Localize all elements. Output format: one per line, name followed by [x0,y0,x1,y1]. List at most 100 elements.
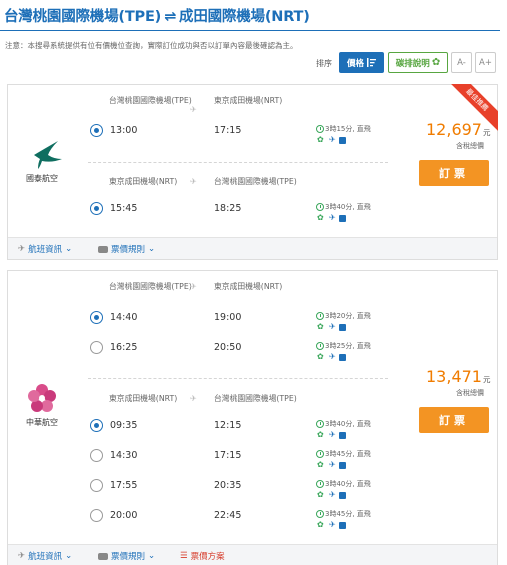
departure-time: 13:00 [110,125,138,136]
clock-icon [316,203,324,211]
flight-info-link[interactable]: ✈ 航班資訊 ⌄ [18,243,72,255]
swap-icon[interactable]: ⇌ [164,9,176,25]
chevron-down-icon: ⌄ [148,244,156,254]
flight-duration: 3時40分, 直飛 [316,419,371,429]
amenities: ✿ ✈ [317,491,346,499]
departure-time: 20:00 [110,510,138,521]
fare-rules-link[interactable]: 票價規則 ⌄ [98,550,155,562]
flight-option-radio[interactable] [90,509,103,522]
departure-time: 09:35 [110,420,138,431]
chevron-down-icon: ⌄ [148,551,156,561]
fare-options-link[interactable]: ☰ 票價方案 [180,550,225,562]
flight-result-card: 中華航空 台灣桃園國際機場(TPE) ✈ 東京成田機場(NRT) 14:40 1… [7,270,498,565]
plane-icon: ✈ [190,105,197,114]
arrival-airport: 台灣桃園國際機場(TPE) [214,177,297,186]
plane-icon: ✈ [190,282,197,291]
baggage-icon [338,353,346,361]
plane-icon: ✈ [329,135,336,144]
plane-icon: ✈ [329,352,336,361]
flight-duration: 3時45分, 直飛 [316,509,371,519]
departure-airport: 台灣桃園國際機場(TPE) [109,282,192,291]
baggage-icon [338,491,346,499]
departure-airport: 台灣桃園國際機場(TPE) [109,96,192,105]
flight-option-radio[interactable] [90,449,103,462]
origin-label: 台灣桃園國際機場(TPE) [4,9,162,25]
leaf-icon: ✿ [317,520,324,529]
plane-icon: ✈ [329,490,336,499]
arrival-airport: 台灣桃園國際機場(TPE) [214,394,297,403]
arrival-time: 12:15 [214,420,242,431]
departure-time: 17:55 [110,480,138,491]
flight-duration: 3時40分, 直飛 [316,479,371,489]
fare-rules-link[interactable]: 票價規則 ⌄ [98,243,155,255]
flight-option-radio[interactable] [90,202,103,215]
flight-option-radio[interactable] [90,419,103,432]
plane-icon: ✈ [329,430,336,439]
sort-bar: 排序 價格 碳排說明 ✿ A- A+ [0,52,500,74]
arrival-time: 20:50 [214,342,242,353]
total-price: 13,471元 [426,367,491,386]
plane-icon: ✈ [329,322,336,331]
ticket-icon [98,245,108,253]
flight-option-radio[interactable] [90,341,103,354]
departure-airport: 東京成田機場(NRT) [109,394,178,403]
clock-icon [316,450,324,458]
arrival-time: 17:15 [214,125,242,136]
font-decrease-button[interactable]: A- [451,52,472,73]
china-airlines-plum-logo-icon [28,384,56,412]
clock-icon [316,420,324,428]
flight-option-radio[interactable] [90,124,103,137]
sort-price-label: 價格 [346,58,364,69]
ticket-icon [98,552,108,560]
amenities: ✿ ✈ [317,353,346,361]
card-footer: ✈ 航班資訊 ⌄ 票價規則 ⌄ ☰ 票價方案 [8,544,497,565]
departure-time: 14:40 [110,312,138,323]
leaf-icon: ✿ [317,490,324,499]
departure-time: 14:30 [110,450,138,461]
plane-icon: ✈ [329,520,336,529]
page-header: 台灣桃園國際機場(TPE) ⇌ 成田國際機場(NRT) [0,0,507,34]
flight-option-radio[interactable] [90,479,103,492]
departure-airport: 東京成田機場(NRT) [109,177,178,186]
leaf-icon: ✿ [317,322,324,331]
divider [88,162,388,163]
departure-time: 16:25 [110,342,138,353]
list-icon: ☰ [180,551,188,561]
clock-icon [316,312,324,320]
plane-icon: ✈ [190,177,197,186]
plane-icon: ✈ [329,213,336,222]
carbon-info-label: 碳排說明 [395,58,430,69]
flight-duration: 3時25分, 直飛 [316,341,371,351]
cathay-logo-icon [34,141,62,169]
total-price: 12,697元 [426,120,491,139]
leaf-icon: ✿ [317,213,324,222]
font-increase-button[interactable]: A+ [475,52,496,73]
leaf-icon: ✿ [317,460,324,469]
tax-note: 含稅總價 [456,142,484,150]
carbon-info-button[interactable]: 碳排說明 ✿ [388,52,448,73]
clock-icon [316,342,324,350]
plane-icon: ✈ [18,551,26,561]
tax-note: 含稅總價 [456,389,484,397]
arrival-airport: 東京成田機場(NRT) [214,282,283,291]
book-button[interactable]: 訂票 [419,407,489,433]
baggage-icon [338,323,346,331]
plane-icon: ✈ [329,460,336,469]
sort-price-button[interactable]: 價格 [339,52,384,73]
arrival-time: 17:15 [214,450,242,461]
sort-label: 排序 [316,59,332,68]
header-divider [0,30,500,31]
book-button[interactable]: 訂票 [419,160,489,186]
amenities: ✿ ✈ [317,214,346,222]
leaf-icon: ✿ [317,352,324,361]
flight-info-link[interactable]: ✈ 航班資訊 ⌄ [18,550,72,562]
flight-option-radio[interactable] [90,311,103,324]
chevron-down-icon: ⌄ [65,551,73,561]
plane-icon: ✈ [190,394,197,403]
sort-ascending-icon [367,58,376,67]
flight-duration: 3時40分, 直飛 [316,202,371,212]
arrival-airport: 東京成田機場(NRT) [214,96,283,105]
amenities: ✿ ✈ [317,136,346,144]
baggage-icon [338,136,346,144]
leaf-icon: ✿ [317,135,324,144]
